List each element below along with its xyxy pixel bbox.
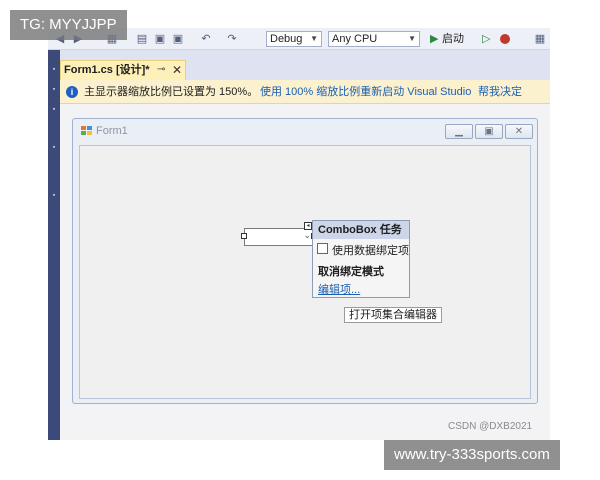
window-close-icon[interactable]: ✕ xyxy=(505,124,533,139)
form-title-bar: Form1 ▁ ▣ ✕ xyxy=(73,119,537,143)
configuration-select[interactable]: Debug ▼ xyxy=(266,31,322,47)
maximize-icon[interactable]: ▣ xyxy=(475,124,503,139)
combobox-tasks-panel: ComboBox 任务 使用数据绑定项 取消绑定模式 编辑项... xyxy=(312,220,410,298)
chevron-down-icon: ▼ xyxy=(310,34,318,43)
tool-strip-tab[interactable]: ▪ xyxy=(49,66,59,80)
restart-100-link[interactable]: 使用 100% 缩放比例重新启动 Visual Studio xyxy=(260,80,471,104)
undo-icon[interactable]: ↶ xyxy=(200,33,212,45)
start-button-label[interactable]: 启动 xyxy=(442,32,464,46)
tool-strip-tab[interactable]: ▪ xyxy=(49,192,59,206)
tool-strip-tab[interactable]: ▪ xyxy=(49,86,59,100)
chevron-down-icon: ▼ xyxy=(408,34,416,43)
combobox-control[interactable]: ⌄ xyxy=(244,228,314,246)
data-bound-items-label: 使用数据绑定项 xyxy=(332,245,409,257)
info-bar: i 主显示器缩放比例已设置为 150%。 使用 100% 缩放比例重新启动 Vi… xyxy=(60,80,550,104)
left-tool-strip: ▪ ▪ ▪ ▪ ▪ xyxy=(48,40,60,440)
close-icon[interactable]: ✕ xyxy=(172,61,182,79)
form-window[interactable]: Form1 ▁ ▣ ✕ xyxy=(72,118,538,404)
stop-icon[interactable] xyxy=(500,34,510,44)
chevron-down-icon: ⌄ xyxy=(303,230,311,240)
form-app-icon xyxy=(81,126,93,136)
save-icon[interactable]: ▣ xyxy=(154,33,166,45)
data-bound-items-checkbox[interactable] xyxy=(317,243,328,254)
save-all-icon[interactable]: ▣ xyxy=(172,33,184,45)
tool-strip-tab[interactable]: ▪ xyxy=(49,106,59,120)
form-title: Form1 xyxy=(96,125,128,137)
start-icon[interactable]: ▶ xyxy=(430,32,438,46)
resize-handle-left[interactable] xyxy=(241,233,247,239)
help-me-decide-link[interactable]: 帮我决定 xyxy=(478,80,522,104)
edit-items-link[interactable]: 编辑项... xyxy=(318,281,360,297)
tool-strip-tab[interactable]: ▪ xyxy=(49,144,59,158)
info-icon: i xyxy=(66,86,78,98)
edit-items-tooltip: 打开项集合编辑器 xyxy=(344,307,442,323)
unbound-mode-heading: 取消绑定模式 xyxy=(318,266,384,278)
platform-select[interactable]: Any CPU ▼ xyxy=(328,31,420,47)
source-credit: CSDN @DXB2021 xyxy=(448,421,533,432)
configuration-value: Debug xyxy=(270,33,303,45)
document-tab-strip: Form1.cs [设计]* ⊸ ✕ xyxy=(60,50,550,80)
smart-tag-glyph-icon[interactable]: ◂ xyxy=(304,222,312,230)
watermark-bottom-right: www.try-333sports.com xyxy=(384,440,560,470)
start-without-debug-icon[interactable]: ▷ xyxy=(482,32,490,46)
pin-icon[interactable]: ⊸ xyxy=(157,61,165,79)
open-folder-icon[interactable]: ▤ xyxy=(136,33,148,45)
watermark-top-left: TG: MYYJJPP xyxy=(10,10,127,40)
info-message: 主显示器缩放比例已设置为 150%。 xyxy=(84,86,259,98)
form-client-area[interactable] xyxy=(79,145,531,399)
toolbar-overflow-icon[interactable]: ▦ xyxy=(534,33,546,45)
platform-value: Any CPU xyxy=(332,33,378,45)
tasks-panel-header: ComboBox 任务 xyxy=(313,221,409,239)
minimize-icon[interactable]: ▁ xyxy=(445,124,473,139)
tab-title: Form1.cs [设计]* xyxy=(64,64,150,76)
tab-form1-designer[interactable]: Form1.cs [设计]* ⊸ ✕ xyxy=(60,60,186,80)
redo-icon[interactable]: ↷ xyxy=(226,33,238,45)
